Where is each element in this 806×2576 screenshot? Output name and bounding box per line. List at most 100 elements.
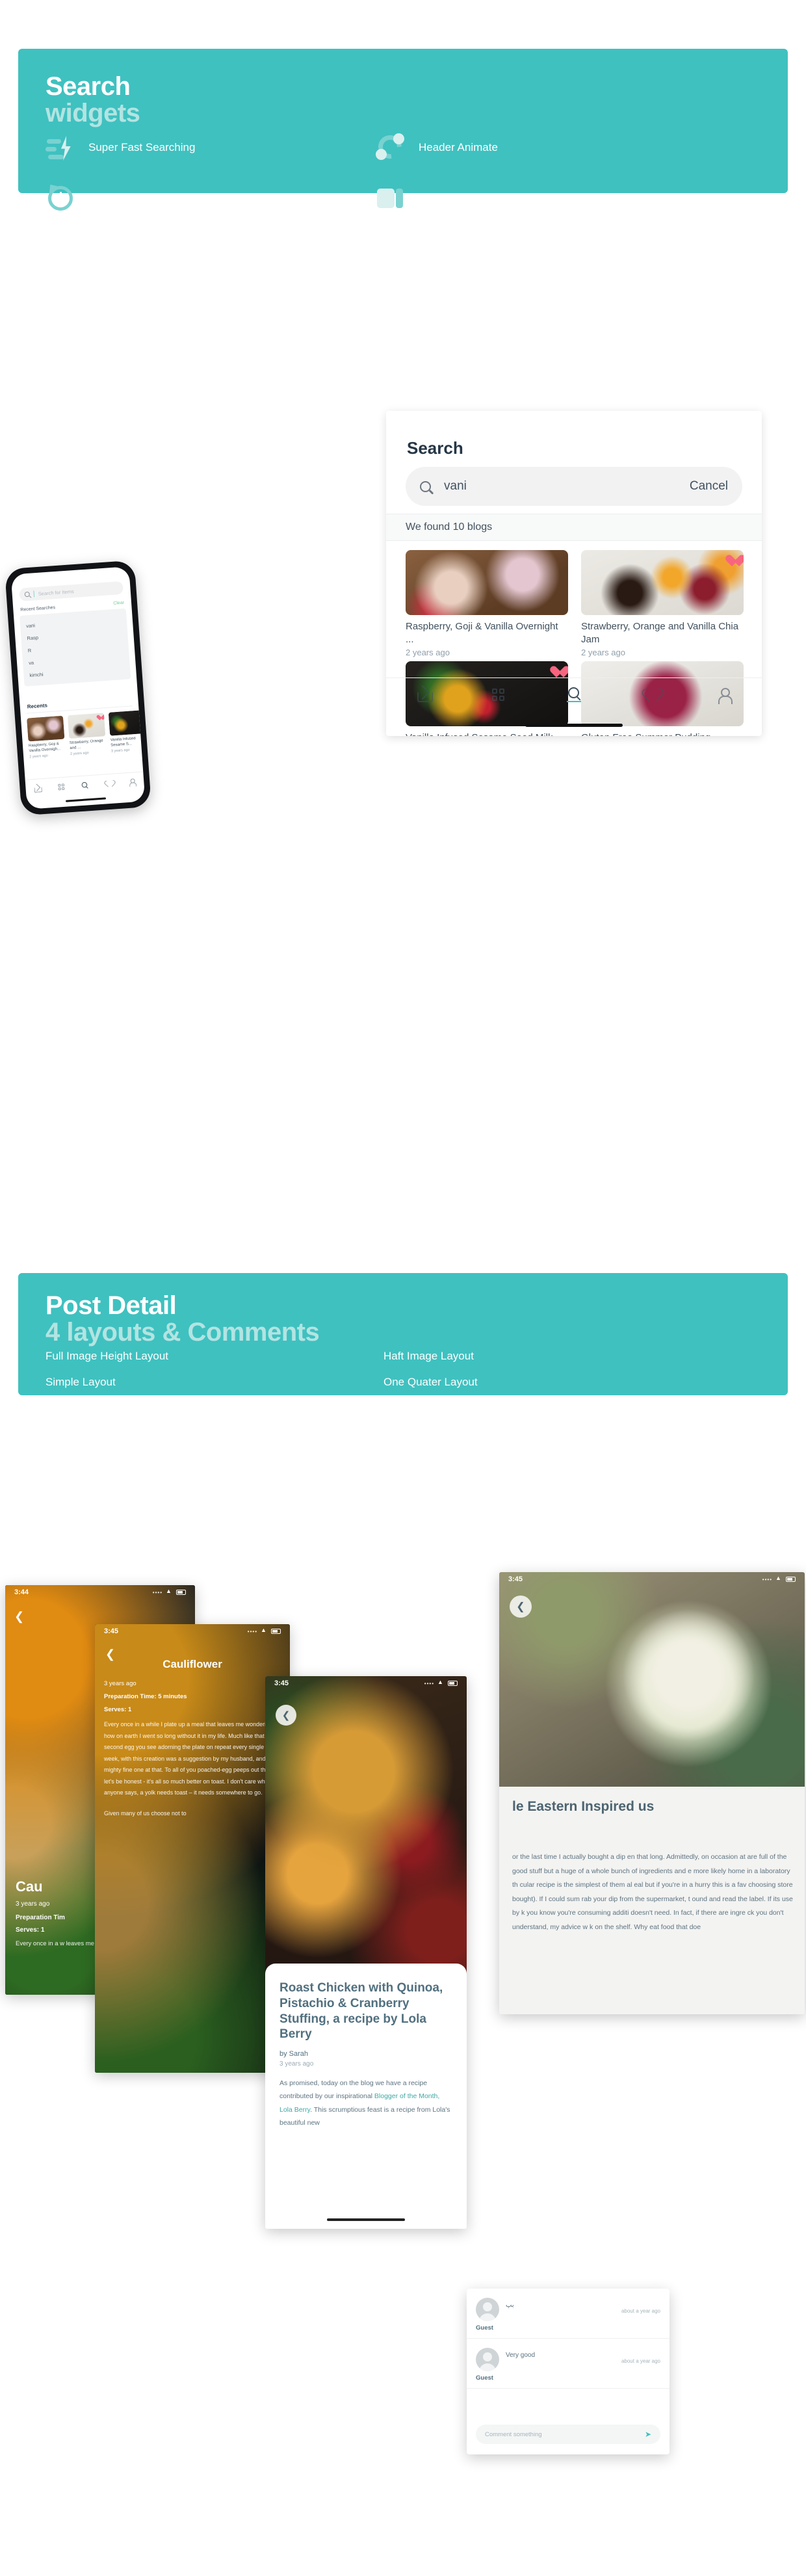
bottom-tab-bar [386,677,762,710]
favorite-icon[interactable] [725,555,738,567]
post-body: Every once in a while I plate up a meal … [104,1721,276,1796]
result-title: Raspberry, Goji & Vanilla Overnight ... [406,621,558,645]
active-tab-indicator [566,701,581,702]
status-time: 3:45 [274,1679,289,1687]
comment-input[interactable]: Comment something ➤ [476,2425,660,2444]
tab-categories[interactable] [491,687,506,702]
text-caret [33,590,35,598]
tab-home[interactable] [417,687,433,702]
result-title: Strawberry, Orange and Vanilla Chia Jam [581,621,739,645]
banner-subtitle: 4 layouts & Comments [46,1318,320,1347]
layout-item-one-quater: One Quater Layout [384,1376,478,1388]
signal-icon: •••• [424,1680,434,1687]
comment-time: about a year ago [621,2358,660,2364]
page-title: Search [407,438,463,458]
result-time: 2 years ago [406,648,450,657]
battery-icon [176,1590,186,1595]
banner-subtitle: widgets [46,99,140,127]
post-time: 3 years ago [104,1680,136,1687]
post-time: 3 years ago [280,2060,314,2068]
feature-recents-search: Recents Search [376,183,561,214]
tab-search[interactable] [77,778,92,792]
cancel-button[interactable]: Cancel [690,479,728,493]
clock-history-icon [46,181,75,213]
heart-icon [642,687,656,702]
post-content: 3 years ago Preparation Time: 5 minutes … [104,1680,281,1819]
favorite-icon[interactable] [550,666,563,678]
tab-profile[interactable] [717,687,733,704]
post-detail-screen-cauliflower: 3:45 •••• ❮ Cauliflower 3 years ago Prep… [95,1624,290,2073]
comment-author-name: Guest [476,2374,493,2382]
recent-time: 2 years ago [29,754,49,759]
battery-icon [448,1681,458,1686]
post-title: le Eastern Inspired us [512,1799,655,1814]
post-title: Cauliflower [162,1658,222,1670]
comment-row: Guest بپ about a year ago [467,2289,670,2339]
feature-label: Super Fast Searching [88,141,196,153]
search-icon [567,687,579,698]
back-button[interactable]: ❮ [276,1705,296,1726]
status-bar: 3:44 •••• [5,1585,195,1599]
clear-button[interactable]: Clear [113,601,124,606]
fade-overlay [499,1984,805,2014]
send-icon[interactable]: ➤ [645,2430,651,2439]
comment-placeholder: Comment something [485,2430,542,2438]
phone-search-input[interactable]: Search for Items [19,581,124,601]
recent-card[interactable]: Strawberry, Orange and ... 2 years ago [67,713,107,757]
comment-author: Guest [476,2348,506,2382]
battery-icon [271,1629,281,1634]
recent-title: Vanilla Infused Sesame S... [110,737,136,748]
post-body-2: Given many of us choose not to [104,1809,187,1817]
recents-carousel[interactable]: Raspberry, Goji & Vanilla Overnigh... 2 … [27,709,146,759]
back-button[interactable]: ❮ [510,1596,532,1618]
result-card[interactable]: Raspberry, Goji & Vanilla Overnight ... … [406,550,568,657]
back-button[interactable]: ❮ [14,1610,24,1623]
avatar [476,2298,499,2321]
search-input[interactable]: vani Cancel [406,467,742,506]
tab-home[interactable] [30,780,45,795]
post-hero-image [265,1676,467,1995]
comment-time: about a year ago [621,2308,660,2314]
tab-profile[interactable] [124,774,139,789]
back-button[interactable]: ❮ [105,1648,115,1661]
home-indicator [525,724,623,727]
avatar [476,2348,499,2371]
banner-title: Search [46,72,131,101]
post-serves: Serves: 1 [104,1706,132,1713]
tab-favorites[interactable] [101,776,116,791]
comments-card: Guest بپ about a year ago Guest Very goo… [467,2289,670,2454]
wifi-icon [437,1679,445,1687]
result-card[interactable]: Strawberry, Orange and Vanilla Chia Jam … [581,550,744,657]
recent-title: Raspberry, Goji & Vanilla Overnigh... [28,742,61,753]
search-icon [24,591,31,598]
status-bar: 3:45 •••• [265,1676,467,1690]
post-detail-screen-haft-image: 3:45 •••• ❮ le Eastern Inspired us or th… [499,1572,805,2014]
post-sheet: Roast Chicken with Quinoa, Pistachio & C… [265,1964,467,2229]
recent-thumbnail [108,709,146,736]
recent-card[interactable]: Vanilla Infused Sesame S... 3 years ago [108,709,146,754]
bottom-tab-bar [25,771,145,798]
feature-label: Recents Search [419,192,497,204]
grid-icon [58,783,66,791]
recent-thumbnail [27,715,65,742]
post-prep-time: Preparation Time: 5 minutes [104,1693,187,1700]
phone-mockup: Search for Items Recent Searches Clear v… [4,560,152,816]
result-thumbnail [406,550,568,615]
tab-search[interactable] [566,686,581,702]
comment-author-name: Guest [476,2324,493,2332]
phone-screen: Search for Items Recent Searches Clear v… [10,566,146,809]
tab-favorites[interactable] [642,687,656,702]
search-query-value[interactable]: vani [444,479,690,493]
favorite-icon[interactable] [96,715,103,721]
comment-text: بپ [506,2302,514,2309]
recent-card[interactable]: Raspberry, Goji & Vanilla Overnigh... 2 … [27,715,66,759]
tab-categories[interactable] [54,779,69,794]
search-icon [420,480,431,492]
banner-heading: Search widgets [46,73,140,127]
result-title: Vanilla Infused Sesame Seed Milk [406,731,568,736]
heart-icon [105,780,112,787]
banner-heading: Post Detail 4 layouts & Comments [46,1293,320,1347]
recent-time: 2 years ago [70,751,89,757]
feature-grid: Super Fast Searching Header Animate Sear… [46,132,760,214]
search-screen-card: Search vani Cancel We found 10 blogs Ras… [386,411,762,736]
